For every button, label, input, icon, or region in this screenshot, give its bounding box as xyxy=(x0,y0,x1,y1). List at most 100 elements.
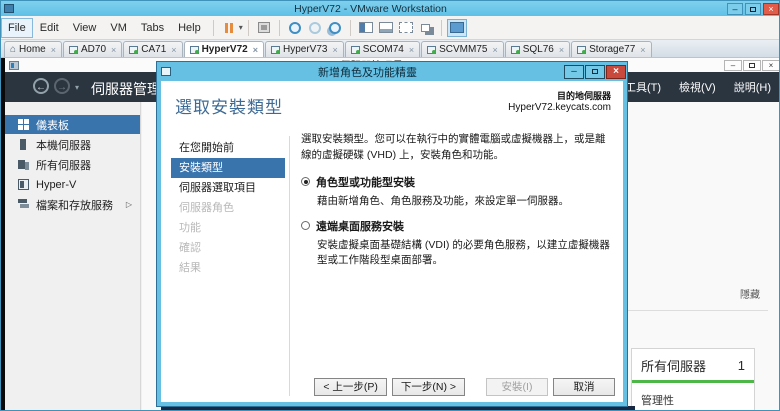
tab-hyperv73[interactable]: HyperV73 × xyxy=(265,41,344,57)
sidebar-item-all-servers[interactable]: 所有伺服器 xyxy=(5,155,140,174)
tab-close-icon[interactable]: × xyxy=(111,45,116,55)
option-remote-desktop-desc: 安裝虛擬桌面基礎結構 (VDI) 的必要角色服務，以建立虛擬機器型或工作階段型桌… xyxy=(317,237,611,267)
menu-view-sm[interactable]: 檢視(V) xyxy=(679,79,716,95)
step-confirmation: 確認 xyxy=(171,238,285,258)
minimize-button[interactable]: – xyxy=(727,3,743,15)
menu-tools[interactable]: 工具(T) xyxy=(625,79,661,95)
radio-role-based-selected[interactable] xyxy=(301,177,310,186)
send-ctrl-alt-del-icon[interactable] xyxy=(254,19,274,37)
unity-mode-icon[interactable] xyxy=(416,19,436,37)
vmware-titlebar: HyperV72 - VMware Workstation – × xyxy=(1,1,780,16)
tab-home[interactable]: ⌂ Home × xyxy=(4,41,62,57)
step-before-you-begin[interactable]: 在您開始前 xyxy=(171,138,285,158)
sidebar-item-local-server[interactable]: 本機伺服器 xyxy=(5,135,140,154)
toolbar-separator xyxy=(279,20,280,36)
revert-snapshot-icon[interactable] xyxy=(305,19,325,37)
restore-button[interactable] xyxy=(745,3,761,15)
back-button[interactable]: < 上一步(P) xyxy=(314,378,387,396)
toolbar-separator xyxy=(350,20,351,36)
tab-storage77[interactable]: Storage77 × xyxy=(571,41,651,57)
vm-screen-icon xyxy=(190,46,199,54)
menu-help-sm[interactable]: 說明(H) xyxy=(734,79,771,95)
option-role-based-desc: 藉由新增角色、角色服務及功能，來設定單一伺服器。 xyxy=(317,193,611,208)
wizard-content: 選取安裝類型。您可以在執行中的實體電腦或虛擬機器上，或是離線的虛擬硬碟 (VHD… xyxy=(301,132,611,267)
wizard-titlebar: 新增角色及功能精靈 – × xyxy=(157,62,627,81)
menu-edit[interactable]: Edit xyxy=(33,18,66,38)
tab-sql76[interactable]: SQL76 × xyxy=(505,41,570,57)
pause-vm-icon[interactable] xyxy=(219,19,239,37)
tab-close-icon[interactable]: × xyxy=(492,45,497,55)
steps-divider xyxy=(289,136,290,396)
close-button[interactable]: × xyxy=(763,3,779,15)
tab-close-icon[interactable]: × xyxy=(409,45,414,55)
vm-screen-icon xyxy=(577,46,586,54)
tab-ca71[interactable]: CA71 × xyxy=(123,41,182,57)
step-server-roles: 伺服器角色 xyxy=(171,198,285,218)
restore-icon xyxy=(749,63,755,68)
tab-close-icon[interactable]: × xyxy=(559,45,564,55)
step-installation-type[interactable]: 安裝類型 xyxy=(171,158,285,178)
destination-server-label: 目的地伺服器 xyxy=(508,89,611,102)
sm-restore-button[interactable] xyxy=(743,60,761,71)
toolbar-separator xyxy=(213,20,214,36)
tab-scvmm75[interactable]: SCVMM75 × xyxy=(421,41,504,57)
wizard-body: 選取安裝類型 目的地伺服器 HyperV72.keycats.com 在您開始前… xyxy=(157,81,627,406)
all-servers-panel[interactable]: 所有伺服器 1 管理性 事件 xyxy=(631,348,755,411)
tab-close-icon[interactable]: × xyxy=(332,45,337,55)
destination-server-name: HyperV72.keycats.com xyxy=(508,102,611,113)
vmware-workstation-window: HyperV72 - VMware Workstation – × File E… xyxy=(0,0,780,411)
window-title: HyperV72 - VMware Workstation xyxy=(14,3,727,15)
menu-help[interactable]: Help xyxy=(171,18,208,38)
tab-close-icon[interactable]: × xyxy=(51,45,56,55)
snapshot-manager-icon[interactable] xyxy=(325,19,345,37)
menu-file[interactable]: File xyxy=(1,18,33,38)
vm-screen-icon xyxy=(351,46,360,54)
panel-status-bar xyxy=(632,380,754,383)
thumbnail-bar-icon[interactable] xyxy=(376,19,396,37)
tab-ad70[interactable]: AD70 × xyxy=(63,41,122,57)
tab-close-icon[interactable]: × xyxy=(640,45,645,55)
tab-close-icon[interactable]: × xyxy=(171,45,176,55)
toolbar-separator xyxy=(441,20,442,36)
library-panel-icon[interactable] xyxy=(356,19,376,37)
cancel-button[interactable]: 取消 xyxy=(553,378,615,396)
sidebar-item-dashboard[interactable]: 儀表板 xyxy=(5,115,140,134)
wizard-close-button[interactable]: × xyxy=(606,65,626,79)
wizard-minimize-button[interactable]: – xyxy=(564,65,584,79)
home-icon: ⌂ xyxy=(10,46,16,54)
option-remote-desktop[interactable]: 遠端桌面服務安裝 安裝虛擬桌面基礎結構 (VDI) 的必要角色服務，以建立虛擬機… xyxy=(301,218,611,267)
hide-link[interactable]: 隱藏 xyxy=(740,286,760,301)
vm-screen-icon xyxy=(427,46,436,54)
radio-remote-desktop[interactable] xyxy=(301,221,310,230)
vm-screen-icon xyxy=(511,46,520,54)
menu-tabs[interactable]: Tabs xyxy=(134,18,171,38)
option-role-based[interactable]: 角色型或功能型安裝 藉由新增角色、角色服務及功能，來設定單一伺服器。 xyxy=(301,174,611,208)
forward-icon[interactable]: → xyxy=(54,78,70,94)
sidebar-item-file-storage[interactable]: 檔案和存放服務 ▷ xyxy=(5,195,140,214)
wizard-maximize-button[interactable] xyxy=(585,65,605,79)
panel-divider xyxy=(628,310,768,311)
sidebar-item-hyperv[interactable]: Hyper-V xyxy=(5,175,140,194)
tab-close-icon[interactable]: × xyxy=(253,45,258,55)
panel-row-manageability[interactable]: 管理性 xyxy=(632,392,754,408)
next-button[interactable]: 下一步(N) > xyxy=(392,378,465,396)
menu-vm[interactable]: VM xyxy=(103,18,134,38)
take-snapshot-icon[interactable] xyxy=(285,19,305,37)
expand-arrow-icon[interactable]: ▷ xyxy=(126,200,132,209)
console-view-icon[interactable] xyxy=(447,19,467,37)
menu-view[interactable]: View xyxy=(66,18,104,38)
back-icon[interactable]: ← xyxy=(33,78,49,94)
vm-screen-icon xyxy=(69,46,78,54)
sm-minimize-button[interactable]: – xyxy=(724,60,742,71)
step-server-selection[interactable]: 伺服器選取項目 xyxy=(171,178,285,198)
fullscreen-icon[interactable] xyxy=(396,19,416,37)
sm-close-button[interactable]: × xyxy=(762,60,780,71)
history-dropdown-icon[interactable]: ▾ xyxy=(75,83,79,92)
tab-scom74[interactable]: SCOM74 × xyxy=(345,41,420,57)
tab-hyperv72-active[interactable]: HyperV72 × xyxy=(184,41,264,57)
destination-server-block: 目的地伺服器 HyperV72.keycats.com xyxy=(508,89,611,113)
panel-title: 所有伺服器 xyxy=(641,356,738,375)
wizard-heading: 選取安裝類型 xyxy=(175,93,283,118)
power-dropdown-icon[interactable]: ▾ xyxy=(239,23,243,32)
vm-tabbar: ⌂ Home × AD70 × CA71 × HyperV72 × HyperV… xyxy=(1,40,780,58)
